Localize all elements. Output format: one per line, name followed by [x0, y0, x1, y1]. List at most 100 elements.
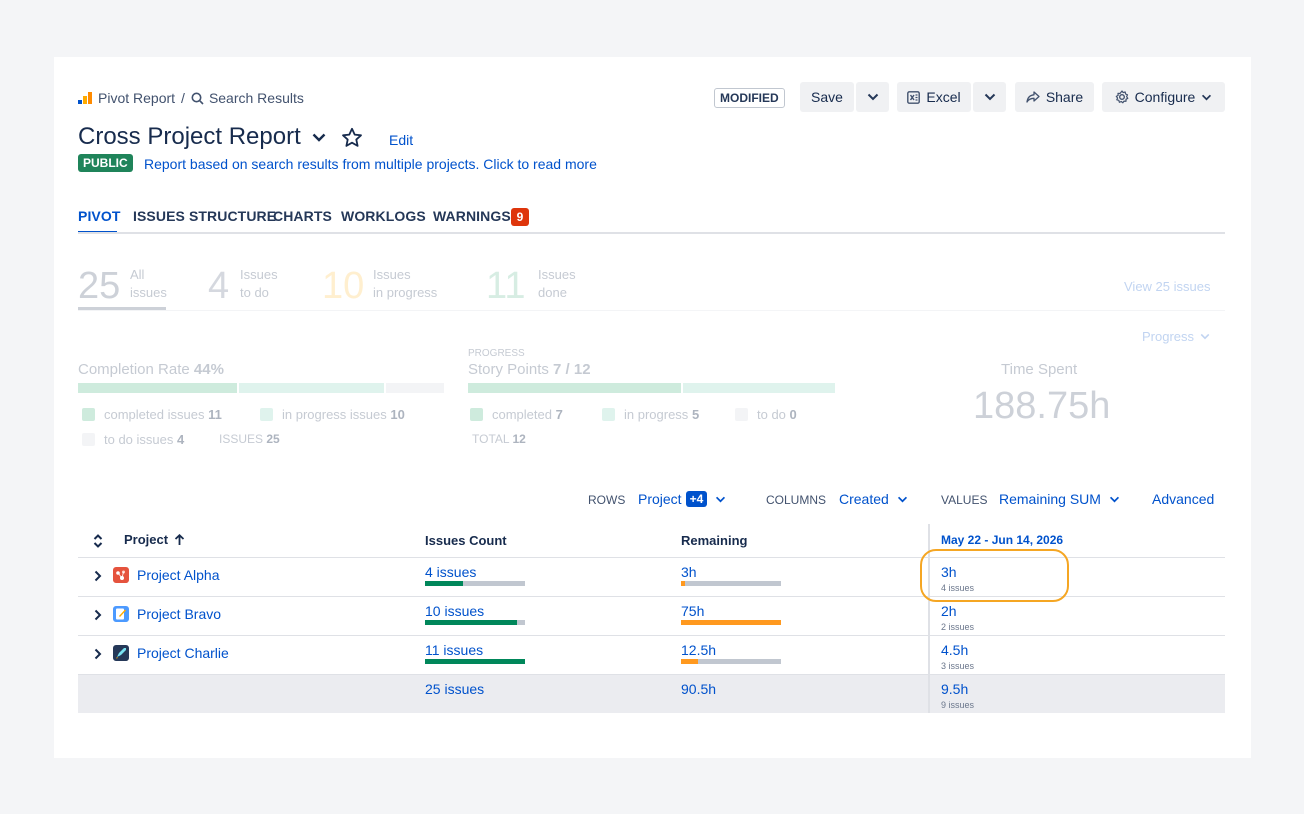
legend-value: 11	[208, 407, 222, 422]
rows-extra-badge: +4	[685, 491, 708, 507]
breadcrumb-separator: /	[181, 90, 185, 106]
tab-worklogs[interactable]: WORKLOGS	[341, 208, 426, 224]
chevron-down-icon	[897, 496, 908, 503]
legend-sp-completed: completed 7	[470, 407, 563, 422]
expand-all-icon[interactable]	[93, 534, 103, 551]
stat-inprogress-label2: in progress	[373, 285, 438, 300]
story-points-label: Story Points	[468, 361, 549, 378]
chevron-down-icon	[715, 496, 726, 503]
completion-rate-percent: 44%	[193, 361, 224, 378]
total-date-value-link[interactable]: 9.5h	[941, 681, 968, 697]
gear-icon	[1115, 90, 1129, 104]
legend-label: ISSUES	[219, 432, 264, 446]
excel-dropdown-button[interactable]	[973, 82, 1006, 112]
remaining-link[interactable]: 3h	[681, 564, 697, 580]
share-label: Share	[1045, 89, 1084, 105]
rows-value: Project	[638, 491, 682, 507]
date-value-link[interactable]: 4.5h	[941, 642, 968, 658]
chevron-down-icon	[1201, 94, 1212, 101]
expand-row-icon[interactable]	[94, 647, 102, 663]
breadcrumb-current[interactable]: Search Results	[209, 90, 304, 106]
issues-count-header[interactable]: Issues Count	[425, 533, 507, 548]
issues-progress-fill	[425, 620, 517, 625]
progress-dropdown-label: Progress	[1142, 329, 1195, 344]
legend-completed-issues: completed issues 11	[82, 407, 222, 422]
stat-todo-label1: Issues	[240, 267, 278, 282]
issues-count-link[interactable]: 4 issues	[425, 564, 476, 580]
remaining-progress-bar	[681, 581, 781, 586]
issues-count-link[interactable]: 10 issues	[425, 603, 484, 619]
excel-label: Excel	[926, 89, 961, 105]
title-chevron-down-icon[interactable]	[312, 133, 326, 142]
project-column-header[interactable]: Project	[124, 532, 185, 547]
expand-row-icon[interactable]	[94, 608, 102, 624]
date-issues-sub: 3 issues	[941, 661, 975, 671]
legend-sp-total: TOTAL 12	[472, 432, 526, 446]
project-name-link[interactable]: Project Alpha	[137, 567, 220, 583]
legend-inprogress-issues: in progress issues 10	[260, 407, 405, 422]
expand-row-icon[interactable]	[94, 569, 102, 585]
values-selector[interactable]: Remaining SUM	[999, 491, 1120, 507]
remaining-link[interactable]: 75h	[681, 603, 704, 619]
stat-inprogress-value: 10	[322, 265, 365, 307]
total-issues-link[interactable]: 25 issues	[425, 681, 484, 697]
save-button[interactable]: Save	[800, 82, 854, 112]
breadcrumb-root[interactable]: Pivot Report	[98, 90, 175, 106]
total-remaining-link[interactable]: 90.5h	[681, 681, 716, 697]
save-dropdown-button[interactable]	[856, 82, 889, 112]
remaining-progress-fill	[681, 581, 685, 586]
columns-value: Created	[839, 491, 889, 507]
configure-button[interactable]: Configure	[1102, 82, 1225, 112]
view-issues-link[interactable]: View 25 issues	[1124, 279, 1210, 294]
chevron-down-icon	[867, 93, 879, 101]
issues-progress-bar	[425, 659, 525, 664]
issues-count-link[interactable]: 11 issues	[425, 642, 483, 658]
chevron-down-icon	[1200, 333, 1210, 340]
columns-label: COLUMNS	[766, 493, 827, 507]
story-bar-completed	[468, 383, 681, 393]
bravo-project-icon	[113, 606, 129, 622]
legend-sp-todo: to do 0	[735, 407, 797, 422]
excel-button[interactable]: Excel	[897, 82, 971, 112]
story-points-caption: PROGRESS	[468, 348, 525, 359]
star-icon[interactable]	[341, 127, 363, 152]
legend-value: 12	[512, 432, 526, 446]
project-name-link[interactable]: Project Charlie	[137, 645, 229, 661]
share-button[interactable]: Share	[1015, 82, 1094, 112]
completion-bar-in-progress	[239, 383, 385, 393]
values-value: Remaining SUM	[999, 491, 1101, 507]
project-name-link[interactable]: Project Bravo	[137, 606, 221, 622]
report-description-link[interactable]: Report based on search results from mult…	[144, 156, 597, 172]
story-points-bar	[468, 383, 835, 393]
chevron-down-icon	[1109, 496, 1120, 503]
completion-rate-label: Completion Rate	[78, 361, 190, 378]
page-title[interactable]: Cross Project Report	[78, 123, 326, 151]
tab-pivot[interactable]: PIVOT	[78, 208, 121, 224]
stat-all-label1: All	[130, 267, 145, 282]
legend-swatch	[260, 408, 273, 421]
highlight-callout	[920, 549, 1069, 602]
legend-label: completed	[492, 407, 552, 422]
columns-selector[interactable]: Created	[839, 491, 908, 507]
rows-label: ROWS	[588, 493, 626, 507]
tab-issues-structure[interactable]: ISSUES STRUCTURE	[133, 208, 276, 224]
issues-progress-fill	[425, 659, 525, 664]
excel-icon	[907, 90, 921, 104]
tab-charts[interactable]: CHARTS	[273, 208, 332, 224]
edit-link[interactable]: Edit	[389, 132, 413, 148]
modified-badge: MODIFIED	[714, 88, 785, 108]
progress-dropdown[interactable]: Progress	[1142, 329, 1210, 344]
remaining-link[interactable]: 12.5h	[681, 642, 716, 658]
date-range-header[interactable]: May 22 - Jun 14, 2026	[941, 533, 1063, 547]
tabs-divider	[78, 232, 1225, 234]
remaining-progress-bar	[681, 659, 781, 664]
advanced-link[interactable]: Advanced	[1152, 491, 1214, 507]
legend-issues-total: ISSUES 25	[219, 432, 280, 446]
rows-selector[interactable]: Project +4	[638, 491, 726, 507]
tab-warnings[interactable]: WARNINGS	[433, 208, 511, 224]
legend-swatch	[82, 408, 95, 421]
time-spent-value: 188.75h	[973, 385, 1111, 427]
legend-value: 0	[789, 407, 797, 422]
remaining-header[interactable]: Remaining	[681, 533, 747, 548]
date-value-link[interactable]: 2h	[941, 603, 957, 619]
